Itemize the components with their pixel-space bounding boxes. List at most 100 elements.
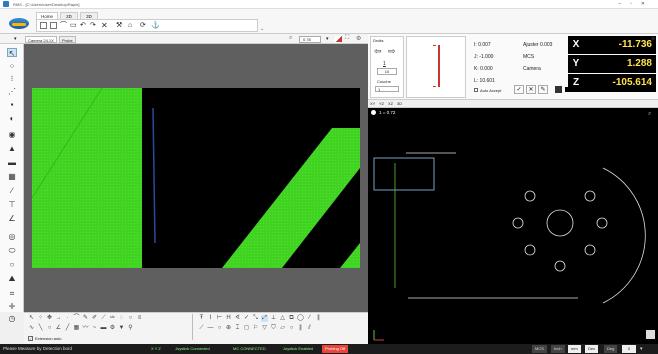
tool-box-icon[interactable]: ◻: [243, 325, 250, 332]
clock-icon[interactable]: ◷: [7, 314, 17, 323]
fullscreen-icon[interactable]: ⛶: [345, 35, 349, 42]
pen2-icon[interactable]: ✐: [91, 315, 98, 322]
dot-icon[interactable]: ·: [64, 315, 71, 322]
tool-dslash-icon[interactable]: ∥: [315, 315, 322, 322]
arc-icon[interactable]: ◐: [7, 114, 17, 123]
reject-button[interactable]: ✕: [526, 85, 536, 94]
tilde-icon[interactable]: ~: [91, 325, 98, 332]
cursor-small-icon[interactable]: ↖: [28, 315, 35, 322]
probe-icon[interactable]: ⊤: [7, 200, 17, 209]
tool-ring-icon[interactable]: ○: [216, 325, 223, 332]
grid-small-icon[interactable]: ▦: [73, 325, 80, 332]
equal-icon[interactable]: ≡: [136, 315, 143, 322]
gear-small-icon[interactable]: ⚙: [109, 325, 116, 332]
home-icon[interactable]: ⌂: [128, 22, 135, 29]
backslash-icon[interactable]: ╲: [37, 325, 44, 332]
tool-target-icon[interactable]: ⊕: [225, 325, 232, 332]
tool-flag-icon[interactable]: ⚐: [252, 325, 259, 332]
dec-toggle[interactable]: Dec: [585, 345, 599, 353]
dashed-circle-icon[interactable]: ◌: [118, 315, 125, 322]
tools-icon[interactable]: ⚒: [116, 22, 123, 29]
deg-toggle[interactable]: Deg: [604, 345, 618, 353]
settings-dropdown-icon[interactable]: ▾: [640, 344, 643, 354]
tool-i-icon[interactable]: I: [207, 315, 214, 322]
tab-camera[interactable]: Camera 24.1X: [25, 36, 57, 43]
point-tool-icon[interactable]: ⁘: [7, 62, 17, 71]
knife-icon[interactable]: ⟋: [100, 315, 107, 322]
rotate-icon[interactable]: ⟳: [140, 22, 147, 29]
auto-accept-checkbox[interactable]: [474, 88, 478, 92]
tool-down-icon[interactable]: ▽: [261, 325, 268, 332]
tool-circle-icon[interactable]: ◯: [297, 315, 304, 322]
contour-icon[interactable]: ⬭: [7, 246, 17, 255]
tool-shield-icon[interactable]: ⛉: [270, 325, 277, 332]
chart-icon[interactable]: ⌒: [60, 22, 67, 29]
tool-measure-icon[interactable]: ⟂: [270, 315, 277, 322]
couche-select[interactable]: 1: [375, 86, 399, 92]
search-icon[interactable]: ⌕: [289, 35, 292, 42]
window-controls[interactable]: –▫✕: [618, 1, 654, 7]
ruler-icon[interactable]: ∕: [7, 186, 17, 195]
mcs-toggle[interactable]: MCS: [532, 345, 547, 353]
tool-diag-icon[interactable]: ⟋: [198, 325, 205, 332]
tool-o-icon[interactable]: ○: [288, 325, 295, 332]
camera-image[interactable]: [32, 88, 360, 268]
cad-corner-icon[interactable]: [646, 330, 655, 339]
arrow-left-icon[interactable]: ⇦: [374, 46, 382, 57]
arrow-right-icon[interactable]: ⇨: [388, 46, 396, 57]
anchor-icon[interactable]: ⚓: [151, 22, 160, 29]
tool-h-icon[interactable]: H: [225, 315, 232, 322]
accept-button[interactable]: ✓: [514, 85, 524, 94]
probe-value2[interactable]: 10: [377, 68, 397, 75]
tool-triangle-icon[interactable]: △: [279, 315, 286, 322]
angle-small-icon[interactable]: ∠: [55, 325, 62, 332]
arrow-right-icon[interactable]: →: [55, 315, 62, 322]
focus-frame-icon[interactable]: ⌗: [7, 289, 17, 298]
tab-yz[interactable]: YZ: [379, 101, 384, 106]
dropdown-arrow-icon[interactable]: ▾: [14, 36, 17, 42]
tab-home[interactable]: Home: [36, 12, 58, 19]
mm-toggle[interactable]: mm: [568, 345, 581, 353]
tab-xy[interactable]: XY: [370, 101, 375, 106]
open-folder-icon[interactable]: ▭: [70, 22, 77, 29]
tool-cross-icon[interactable]: Ŧ: [198, 315, 205, 322]
point-small-icon[interactable]: ⁘: [37, 315, 44, 322]
tool-link-icon[interactable]: ⧉: [288, 315, 295, 322]
undo-icon[interactable]: ↶: [80, 22, 87, 29]
rectangle-icon[interactable]: ▪: [7, 100, 17, 109]
inch-toggle[interactable]: Inch: [551, 345, 565, 353]
triangle-icon[interactable]: ▲: [7, 144, 17, 153]
settings-icon[interactable]: ⚙: [356, 35, 361, 42]
tool-angle-icon[interactable]: ∢: [234, 315, 241, 322]
lasso-icon[interactable]: ⌒: [73, 315, 80, 322]
zoom-dropdown-icon[interactable]: ▾: [326, 36, 329, 42]
tool-dash-icon[interactable]: —: [207, 325, 214, 332]
circle-small-icon[interactable]: ○: [46, 325, 53, 332]
program-side-tab[interactable]: ⊕: [651, 36, 655, 42]
cad-view[interactable]: 1 = 0.72 ⌕: [368, 108, 658, 344]
tab-probe[interactable]: Probe: [59, 36, 76, 43]
pen-icon[interactable]: ✎: [82, 315, 89, 322]
extension-auto-checkbox[interactable]: ✓: [28, 336, 33, 341]
app-logo[interactable]: [9, 18, 29, 29]
angle-icon[interactable]: ∠: [7, 214, 17, 223]
slash-icon[interactable]: ╱: [64, 325, 71, 332]
curve-icon[interactable]: ∿: [28, 325, 35, 332]
filled-circle-icon[interactable]: ◉: [7, 130, 17, 139]
zoom-select[interactable]: 0.78: [299, 36, 321, 43]
tool-bracket-icon[interactable]: ⊢: [216, 315, 223, 322]
tab-3d[interactable]: 3D: [80, 12, 98, 19]
tab-2d[interactable]: 2D: [60, 12, 78, 19]
wave-icon[interactable]: 〰: [82, 325, 89, 332]
ribbon-collapse-icon[interactable]: ⌄: [260, 26, 264, 32]
pin-icon[interactable]: ⚲: [127, 325, 134, 332]
tool-selected-icon[interactable]: ⤢: [261, 315, 268, 322]
new-file-icon[interactable]: [40, 22, 47, 29]
move-icon[interactable]: ✥: [46, 315, 53, 322]
grid-toggle-icon[interactable]: [555, 86, 562, 93]
light-icon[interactable]: [335, 36, 342, 42]
tab-xz[interactable]: XZ: [388, 101, 393, 106]
target-icon[interactable]: ◎: [7, 232, 17, 241]
funnel-icon[interactable]: ▼: [118, 325, 125, 332]
edge-icon[interactable]: ▬: [7, 158, 17, 167]
